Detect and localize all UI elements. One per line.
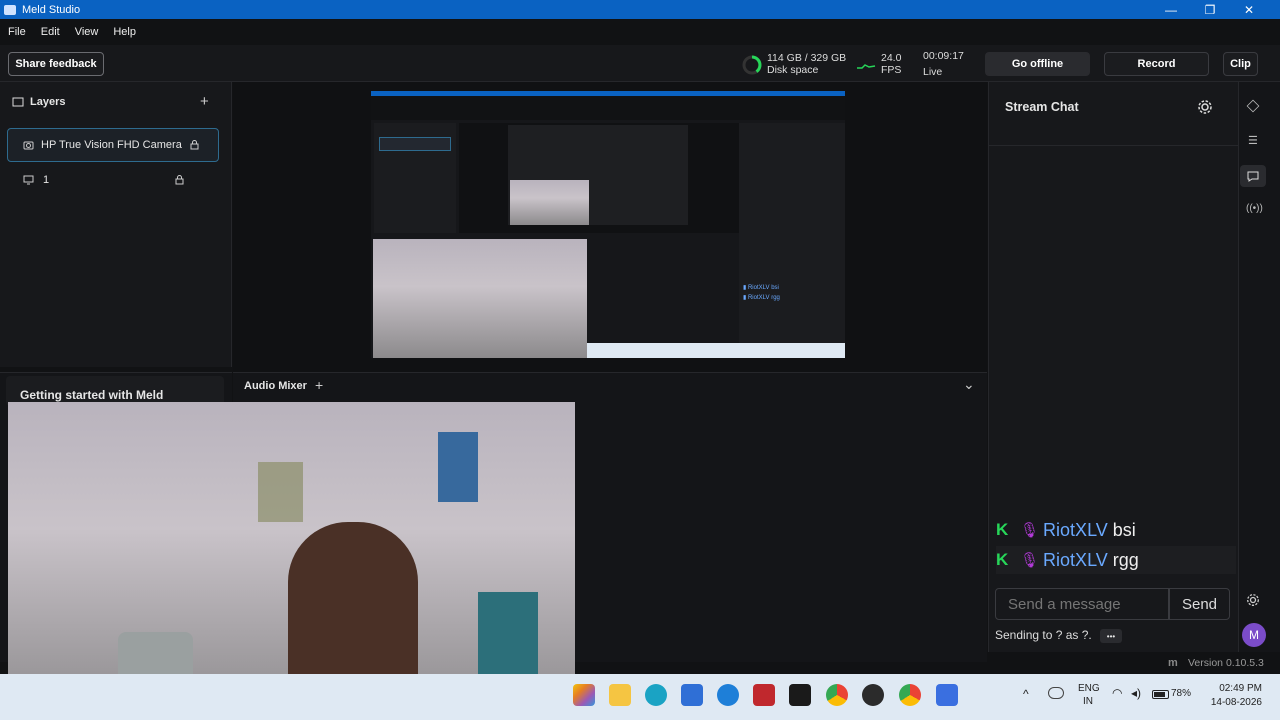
language-eng[interactable]: ENG bbox=[1078, 683, 1100, 694]
clock-time[interactable]: 02:49 PM bbox=[1210, 683, 1262, 694]
meld-logo-icon: m bbox=[1168, 657, 1178, 669]
menu-edit[interactable]: Edit bbox=[41, 26, 60, 38]
chrome-icon[interactable] bbox=[826, 684, 848, 706]
getting-started-title[interactable]: Getting started with Meld bbox=[20, 388, 163, 402]
menu-view[interactable]: View bbox=[75, 26, 99, 38]
maximize-button[interactable]: ❐ bbox=[1191, 0, 1229, 19]
chat-more-button[interactable]: ••• bbox=[1100, 629, 1122, 643]
settings-gear-icon[interactable] bbox=[1246, 593, 1260, 607]
onedrive-cloud-icon[interactable] bbox=[1048, 687, 1064, 699]
title-bar: Meld Studio bbox=[0, 0, 1280, 19]
mic-icon: 🎙 bbox=[1020, 522, 1040, 539]
chat-username[interactable]: RiotXLV bbox=[1043, 520, 1108, 541]
file-explorer-icon[interactable] bbox=[609, 684, 631, 706]
chat-text: bsi bbox=[1112, 519, 1136, 540]
edge-icon[interactable] bbox=[645, 684, 667, 706]
chat-message-input[interactable] bbox=[995, 588, 1169, 620]
store-icon[interactable] bbox=[681, 684, 703, 706]
lock-icon[interactable] bbox=[190, 140, 199, 150]
twitch-icon: K bbox=[996, 550, 1009, 569]
record-button[interactable]: Record bbox=[1104, 52, 1209, 76]
version-label: Version 0.10.5.3 bbox=[1188, 657, 1264, 669]
menu-bar: File Edit View Help bbox=[0, 19, 1280, 45]
chat-message: K 🎙 RiotXLV rgg bbox=[996, 546, 1236, 574]
add-layer-button[interactable]: + bbox=[200, 93, 209, 110]
layer-item-1[interactable]: 1 bbox=[7, 163, 219, 197]
layer-item-camera[interactable]: HP True Vision FHD Camera bbox=[7, 128, 219, 162]
menu-help[interactable]: Help bbox=[113, 26, 136, 38]
chrome-profile-icon[interactable] bbox=[899, 684, 921, 706]
display-icon bbox=[23, 175, 34, 185]
chat-settings-gear-icon[interactable] bbox=[1197, 99, 1213, 115]
close-button[interactable]: ✕ bbox=[1230, 0, 1268, 19]
fps-label: FPS bbox=[881, 64, 902, 76]
webcam-overlay-image bbox=[8, 402, 575, 720]
dropbox-icon[interactable] bbox=[789, 684, 811, 706]
chat-username[interactable]: RiotXLV bbox=[1043, 550, 1108, 571]
twitch-icon: K bbox=[996, 520, 1009, 539]
language-in[interactable]: IN bbox=[1078, 696, 1098, 707]
disk-usage-ring-icon bbox=[742, 55, 762, 75]
stream-preview[interactable]: ▮ RiotXLV bsi ▮ RiotXLV rgg bbox=[371, 91, 845, 358]
disk-space-label: Disk space bbox=[767, 64, 819, 76]
battery-icon[interactable] bbox=[1152, 690, 1169, 699]
copilot-icon[interactable] bbox=[573, 684, 595, 706]
share-feedback-button[interactable]: Share feedback bbox=[8, 52, 104, 76]
chat-text: rgg bbox=[1112, 549, 1139, 570]
properties-sliders-icon[interactable]: ☰ bbox=[1248, 134, 1258, 147]
layer-label: 1 bbox=[43, 174, 50, 186]
show-hidden-icons-chevron-icon[interactable]: ^ bbox=[1023, 687, 1029, 701]
layers-icon bbox=[12, 97, 24, 107]
menu-file[interactable]: File bbox=[8, 26, 26, 38]
app-icon bbox=[4, 4, 16, 15]
collapse-mixer-button[interactable]: ⌄ bbox=[963, 376, 975, 393]
chat-bubble-icon[interactable] bbox=[1246, 169, 1260, 183]
mic-icon: 🎙 bbox=[1020, 552, 1040, 569]
send-button[interactable]: Send bbox=[1169, 588, 1230, 620]
sending-to-text: Sending to ? as ?. bbox=[995, 628, 1092, 642]
lock-icon[interactable] bbox=[175, 175, 184, 185]
live-label: Live bbox=[923, 66, 943, 78]
help-icon[interactable] bbox=[717, 684, 739, 706]
clock-date[interactable]: 14-08-2026 bbox=[1200, 697, 1262, 708]
user-avatar[interactable]: M bbox=[1242, 623, 1266, 647]
speaker-icon[interactable]: ◂) bbox=[1131, 686, 1141, 700]
fps-graph-icon bbox=[857, 64, 876, 69]
layers-panel bbox=[0, 82, 232, 367]
stream-chat-title: Stream Chat bbox=[1005, 100, 1079, 114]
minimize-button[interactable]: — bbox=[1152, 0, 1190, 19]
clip-button[interactable]: Clip bbox=[1223, 52, 1258, 76]
meld-studio-taskbar-icon[interactable] bbox=[936, 684, 958, 706]
obs-icon[interactable] bbox=[862, 684, 884, 706]
mcafee-icon[interactable] bbox=[753, 684, 775, 706]
window-title: Meld Studio bbox=[22, 3, 81, 16]
layer-label: HP True Vision FHD Camera bbox=[41, 139, 182, 151]
audio-mixer-title: Audio Mixer bbox=[244, 380, 307, 392]
add-audio-button[interactable]: + bbox=[315, 377, 323, 393]
go-offline-button[interactable]: Go offline bbox=[985, 52, 1090, 76]
layers-title: Layers bbox=[30, 96, 66, 108]
wifi-icon[interactable]: ◠ bbox=[1112, 686, 1122, 700]
live-timer: 00:09:17 bbox=[923, 50, 964, 62]
chat-message: K 🎙 RiotXLV bsi bbox=[996, 516, 1236, 544]
camera-icon bbox=[23, 141, 34, 150]
battery-percent: 78% bbox=[1171, 688, 1192, 699]
broadcast-icon[interactable]: ((•)) bbox=[1246, 203, 1263, 214]
